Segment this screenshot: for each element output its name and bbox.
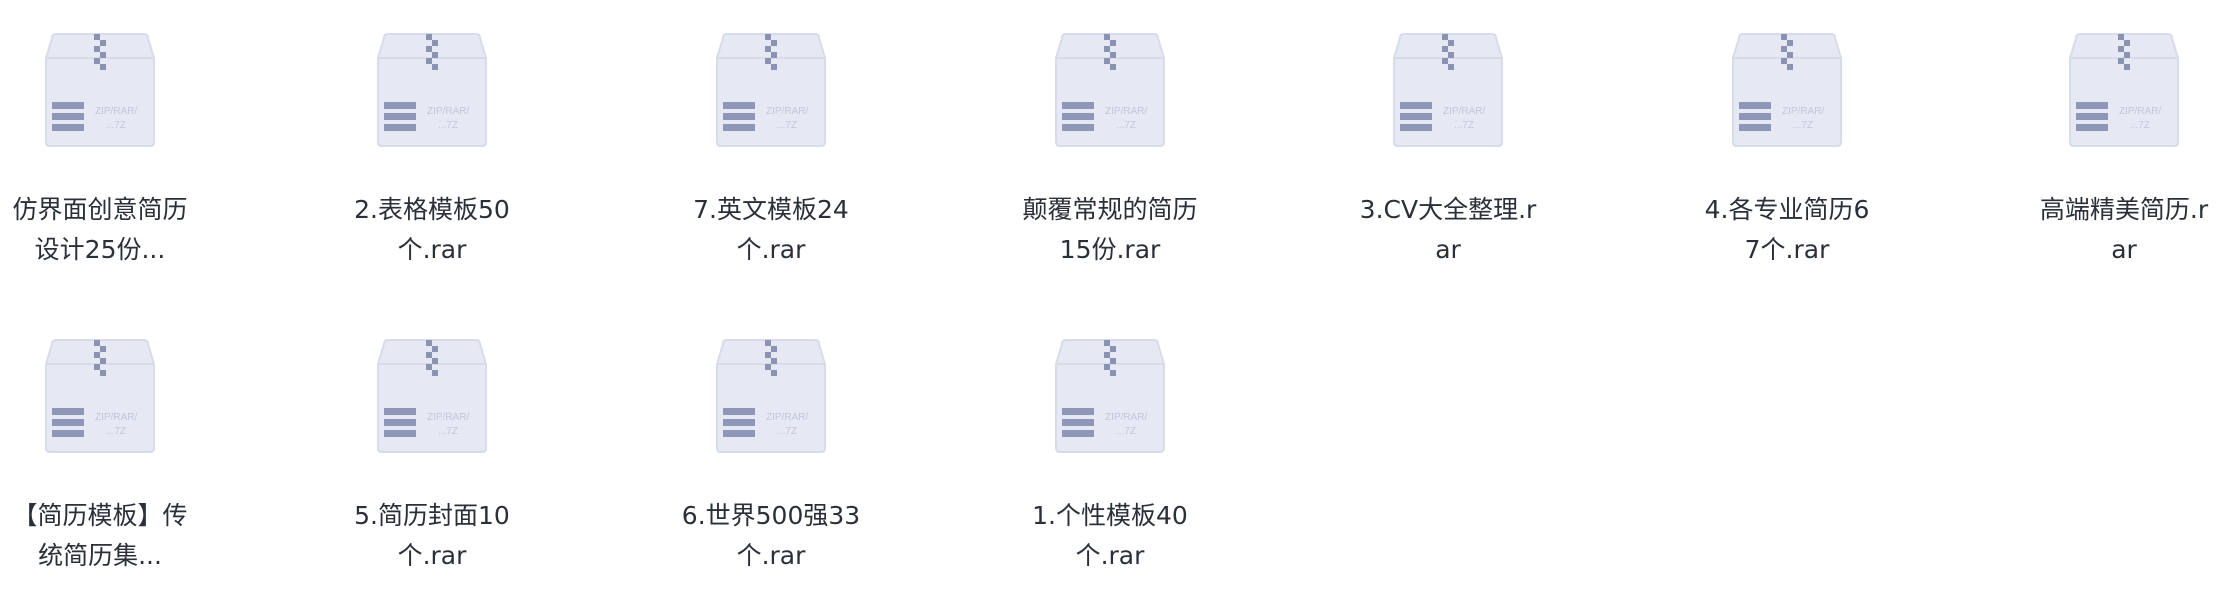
svg-text:ZIP/RAR/: ZIP/RAR/	[766, 106, 808, 117]
file-name: 3.CV大全整理.rar	[1359, 195, 1537, 264]
file-item[interactable]: ZIP/RAR/ ...7Z 6.世界500强33个.rar	[671, 336, 871, 576]
svg-text:...7Z: ...7Z	[438, 426, 458, 437]
file-item[interactable]: ZIP/RAR/ ...7Z 4.各专业简历67个.rar	[1687, 30, 1887, 270]
svg-text:ZIP/RAR/: ZIP/RAR/	[95, 412, 137, 423]
archive-zip-icon: ZIP/RAR/ ...7Z	[716, 33, 826, 147]
svg-text:...7Z: ...7Z	[2130, 120, 2150, 131]
svg-text:ZIP/RAR/: ZIP/RAR/	[2119, 106, 2161, 117]
file-name: 【简历模板】传统简历集...	[12, 501, 188, 570]
svg-text:ZIP/RAR/: ZIP/RAR/	[427, 106, 469, 117]
file-name: 高端精美简历.rar	[2039, 195, 2209, 264]
file-name: 1.个性模板40个.rar	[1032, 501, 1188, 570]
archive-zip-icon: ZIP/RAR/ ...7Z	[1393, 33, 1503, 147]
file-grid: ZIP/RAR/ ...7Z 仿界面创意简历设计25份... ZIP/RAR/ …	[0, 0, 2224, 594]
file-item[interactable]: ZIP/RAR/ ...7Z 【简历模板】传统简历集...	[0, 336, 200, 576]
file-name: 颠覆常规的简历15份.rar	[1022, 195, 1198, 264]
file-item[interactable]: ZIP/RAR/ ...7Z 高端精美简历.rar	[2024, 30, 2224, 270]
svg-text:...7Z: ...7Z	[106, 120, 126, 131]
file-name: 4.各专业简历67个.rar	[1704, 195, 1870, 264]
svg-text:...7Z: ...7Z	[438, 120, 458, 131]
svg-text:ZIP/RAR/: ZIP/RAR/	[1782, 106, 1824, 117]
svg-text:ZIP/RAR/: ZIP/RAR/	[427, 412, 469, 423]
file-name: 7.英文模板24个.rar	[693, 195, 849, 264]
file-name: 仿界面创意简历设计25份...	[12, 195, 188, 264]
svg-text:ZIP/RAR/: ZIP/RAR/	[1443, 106, 1485, 117]
archive-zip-icon: ZIP/RAR/ ...7Z	[1055, 339, 1165, 453]
archive-zip-icon: ZIP/RAR/ ...7Z	[2069, 33, 2179, 147]
svg-text:ZIP/RAR/: ZIP/RAR/	[766, 412, 808, 423]
svg-text:...7Z: ...7Z	[777, 120, 797, 131]
file-name: 5.简历封面10个.rar	[354, 501, 510, 570]
file-name: 6.世界500强33个.rar	[681, 501, 861, 570]
file-item[interactable]: ZIP/RAR/ ...7Z 3.CV大全整理.rar	[1348, 30, 1548, 270]
file-item[interactable]: ZIP/RAR/ ...7Z 5.简历封面10个.rar	[332, 336, 532, 576]
svg-text:...7Z: ...7Z	[1116, 426, 1136, 437]
file-item[interactable]: ZIP/RAR/ ...7Z 1.个性模板40个.rar	[1010, 336, 1210, 576]
file-item[interactable]: ZIP/RAR/ ...7Z 颠覆常规的简历15份.rar	[1010, 30, 1210, 270]
archive-zip-icon: ZIP/RAR/ ...7Z	[377, 33, 487, 147]
svg-text:ZIP/RAR/: ZIP/RAR/	[95, 106, 137, 117]
archive-zip-icon: ZIP/RAR/ ...7Z	[377, 339, 487, 453]
file-name: 2.表格模板50个.rar	[354, 195, 510, 264]
archive-zip-icon: ZIP/RAR/ ...7Z	[1732, 33, 1842, 147]
archive-zip-icon: ZIP/RAR/ ...7Z	[45, 33, 155, 147]
svg-text:...7Z: ...7Z	[1116, 120, 1136, 131]
svg-text:...7Z: ...7Z	[777, 426, 797, 437]
svg-text:...7Z: ...7Z	[1454, 120, 1474, 131]
archive-zip-icon: ZIP/RAR/ ...7Z	[1055, 33, 1165, 147]
file-item[interactable]: ZIP/RAR/ ...7Z 仿界面创意简历设计25份...	[0, 30, 200, 270]
archive-zip-icon: ZIP/RAR/ ...7Z	[45, 339, 155, 453]
archive-zip-icon: ZIP/RAR/ ...7Z	[716, 339, 826, 453]
file-item[interactable]: ZIP/RAR/ ...7Z 2.表格模板50个.rar	[332, 30, 532, 270]
svg-text:...7Z: ...7Z	[106, 426, 126, 437]
svg-text:ZIP/RAR/: ZIP/RAR/	[1105, 106, 1147, 117]
file-item[interactable]: ZIP/RAR/ ...7Z 7.英文模板24个.rar	[671, 30, 871, 270]
svg-text:ZIP/RAR/: ZIP/RAR/	[1105, 412, 1147, 423]
svg-text:...7Z: ...7Z	[1793, 120, 1813, 131]
